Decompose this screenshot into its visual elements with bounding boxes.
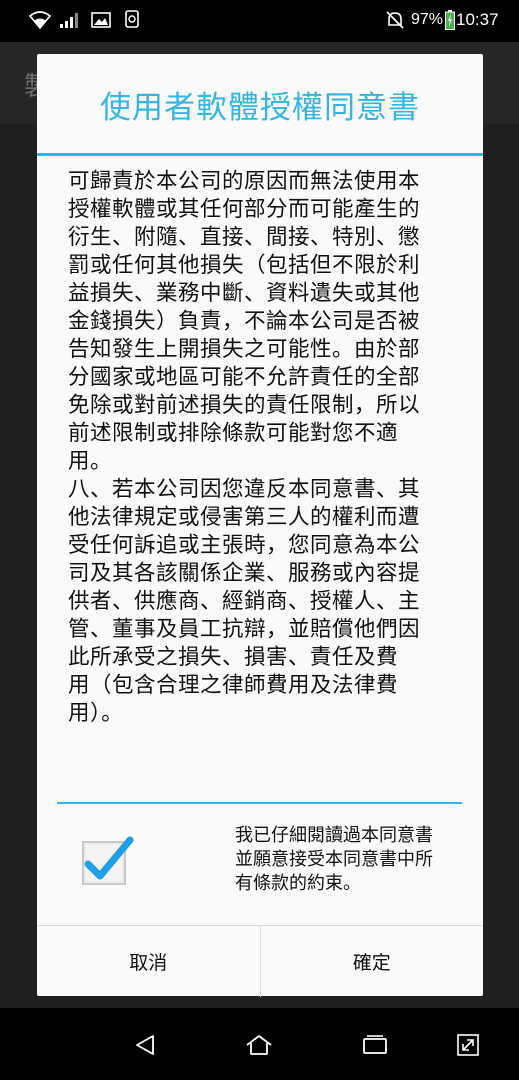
battery-percent: 97% [411,11,444,28]
cancel-button[interactable]: 取消 [37,926,260,996]
mute-icon [384,9,406,31]
agree-checkbox[interactable] [80,832,134,885]
recents-icon[interactable] [355,1030,395,1060]
navigation-bar [0,1008,519,1080]
checkmark-icon [82,836,134,885]
dialog-buttons: 取消 確定 [37,925,484,997]
touch-icon [121,9,143,31]
license-dialog: 使用者軟體授權同意書 可歸責於本公司的原因而無法使用本 授權軟體或其任何部分而可… [37,54,484,997]
clock: 10:37 [456,10,499,29]
license-text: 可歸責於本公司的原因而無法使用本 授權軟體或其任何部分而可能產生的 衍生、附隨、… [68,169,421,726]
wifi-icon [28,9,52,31]
expand-icon[interactable] [448,1030,488,1060]
image-icon [90,9,112,31]
confirm-button[interactable]: 確定 [261,926,484,996]
signal-icon [58,9,80,31]
back-icon[interactable] [125,1030,165,1060]
agree-row: 我已仔細閱讀過本同意書 並願意接受本同意書中所 有條款的約束。 [37,814,483,924]
content-divider [57,802,462,804]
title-divider [37,153,483,156]
battery-charging-icon [444,9,456,31]
dialog-title: 使用者軟體授權同意書 [100,90,420,126]
status-bar: 97% 10:37 [0,0,519,42]
agree-label: 我已仔細閱讀過本同意書 並願意接受本同意書中所 有條款的約束。 [235,825,433,894]
home-icon[interactable] [239,1030,279,1060]
